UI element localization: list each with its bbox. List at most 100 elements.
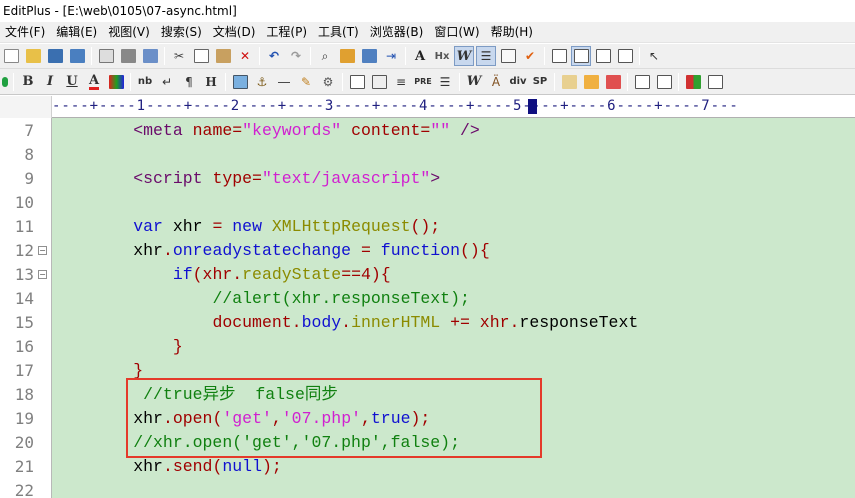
print-preview-button[interactable] — [96, 46, 116, 66]
window-split-icon — [573, 49, 589, 63]
style-icon — [583, 74, 599, 89]
line-number: 12 — [14, 241, 34, 260]
find-in-files-icon — [361, 49, 377, 63]
hx-button[interactable]: Hx — [432, 46, 452, 66]
spell-ok-button[interactable]: ✔ — [520, 46, 540, 66]
paragraph-button[interactable]: ¶ — [179, 72, 199, 92]
div-button[interactable]: div — [508, 72, 528, 92]
menu-window[interactable]: 窗口(W) — [429, 22, 485, 43]
menu-browser[interactable]: 浏览器(B) — [365, 22, 430, 43]
hr-button[interactable]: ― — [274, 72, 294, 92]
line-break-button[interactable]: ↵ — [157, 72, 177, 92]
line-number: 18 — [14, 385, 34, 404]
toolbar-divider — [627, 72, 628, 91]
menu-tools[interactable]: 工具(T) — [313, 22, 365, 43]
scissors-icon: ✂ — [173, 49, 185, 63]
code-line: if(xhr.readyState==4){ — [54, 263, 391, 287]
paste-button[interactable] — [213, 46, 233, 66]
undo-button[interactable]: ↶ — [264, 46, 284, 66]
paragraph-icon: ¶ — [185, 74, 193, 89]
cut-button[interactable]: ✂ — [169, 46, 189, 66]
open-file-button[interactable] — [23, 46, 43, 66]
html-color-button[interactable] — [1, 72, 9, 92]
script-button[interactable]: ⚙ — [318, 72, 338, 92]
heading-button[interactable]: H — [201, 72, 221, 92]
color-dot-icon — [2, 76, 8, 87]
ruler-cursor-marker — [528, 99, 537, 114]
align-button[interactable]: ≡ — [391, 72, 411, 92]
code-line: <script type="text/javascript"> — [54, 167, 440, 191]
span-button[interactable]: SP — [530, 72, 550, 92]
view-b-button[interactable] — [571, 46, 591, 66]
code-token: (){ — [460, 241, 490, 260]
code-token: ==4){ — [341, 265, 391, 284]
font-color-button[interactable]: A — [84, 72, 104, 92]
underline-button[interactable]: U — [62, 72, 82, 92]
menu-view[interactable]: 视图(V) — [103, 22, 156, 43]
view-a-button[interactable] — [549, 46, 569, 66]
find-button[interactable]: ⌕ — [315, 46, 335, 66]
image-button[interactable] — [230, 72, 250, 92]
find-in-files-button[interactable] — [359, 46, 379, 66]
menu-help[interactable]: 帮助(H) — [486, 22, 539, 43]
anchor-button[interactable]: ⚓ — [252, 72, 272, 92]
menu-bar: 文件(F) 编辑(E) 视图(V) 搜索(S) 文档(D) 工程(P) 工具(T… — [0, 22, 855, 43]
preview-button[interactable] — [632, 72, 652, 92]
save-button[interactable] — [45, 46, 65, 66]
redo-button[interactable]: ↷ — [286, 46, 306, 66]
code-line: //alert(xhr.responseText); — [54, 287, 469, 311]
delete-button[interactable]: ✕ — [235, 46, 255, 66]
pre-button[interactable]: PRE — [413, 72, 433, 92]
view-d-button[interactable] — [615, 46, 635, 66]
menu-project[interactable]: 工程(P) — [261, 22, 313, 43]
special-char-button[interactable]: Ä — [486, 72, 506, 92]
line-number-button[interactable]: ☰ — [476, 46, 496, 66]
context-help-button[interactable]: ↖ — [644, 46, 664, 66]
style-button[interactable] — [581, 72, 601, 92]
save-all-button[interactable] — [67, 46, 87, 66]
menu-edit[interactable]: 编辑(E) — [51, 22, 103, 43]
font-button[interactable]: A — [410, 46, 430, 66]
copy-button[interactable] — [191, 46, 211, 66]
center-button[interactable]: ☰ — [435, 72, 455, 92]
menu-file[interactable]: 文件(F) — [0, 22, 51, 43]
dhtml-button[interactable] — [603, 72, 623, 92]
color-picker-button[interactable] — [106, 72, 126, 92]
word-button[interactable]: W — [464, 72, 484, 92]
goto-line-button[interactable]: ⇥ — [381, 46, 401, 66]
css-button[interactable] — [559, 72, 579, 92]
bold-button[interactable]: B — [18, 72, 38, 92]
browser-button[interactable] — [654, 72, 674, 92]
comment-button[interactable]: ✎ — [296, 72, 316, 92]
new-file-button[interactable] — [1, 46, 21, 66]
view-c-button[interactable] — [593, 46, 613, 66]
fold-toggle[interactable]: − — [38, 246, 47, 255]
menu-document[interactable]: 文档(D) — [208, 22, 262, 43]
italic-button[interactable]: I — [40, 72, 60, 92]
spellcheck-icon — [142, 49, 158, 63]
color-table-button[interactable] — [683, 72, 703, 92]
fold-toggle[interactable]: − — [38, 270, 47, 279]
toolbar-divider — [639, 47, 640, 65]
code-line: document.body.innerHTML += xhr.responseT… — [54, 311, 638, 335]
panel-button[interactable] — [705, 72, 725, 92]
code-token: readyState — [242, 265, 342, 284]
menu-search[interactable]: 搜索(S) — [156, 22, 208, 43]
table-button[interactable] — [347, 72, 367, 92]
spellcheck-button[interactable] — [140, 46, 160, 66]
form-button[interactable] — [369, 72, 389, 92]
print-button[interactable] — [118, 46, 138, 66]
pointer-help-icon: ↖ — [648, 49, 660, 63]
word-wrap-button[interactable]: W — [454, 46, 474, 66]
redo-icon: ↷ — [290, 49, 302, 63]
replace-button[interactable] — [337, 46, 357, 66]
nbsp-button[interactable]: nb — [135, 72, 155, 92]
ruler-button[interactable] — [498, 46, 518, 66]
goto-icon: ⇥ — [385, 49, 397, 63]
code-token: <script — [133, 169, 213, 188]
code-token: name= — [192, 121, 243, 140]
